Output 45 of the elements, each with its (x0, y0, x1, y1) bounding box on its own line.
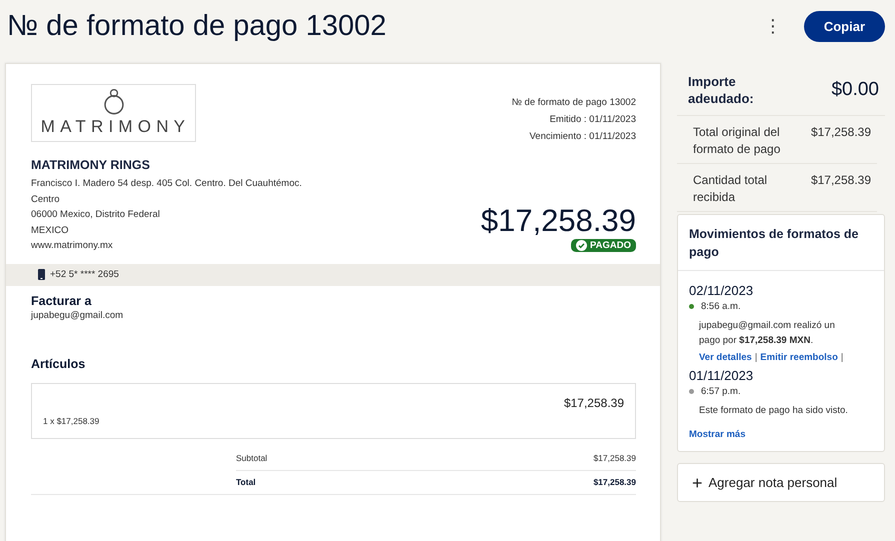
address-line: MEXICO (31, 224, 70, 238)
status-badge: PAGADO (571, 238, 636, 252)
merchant-name: MATRIMONY RINGS (31, 158, 151, 172)
summary-label: Cantidad total recibida (693, 172, 768, 206)
add-note-button[interactable]: + Agregar nota personal (677, 463, 885, 502)
invoice-meta: Emitido : 01/11/2023 (548, 113, 636, 127)
website-text: www.matrimony.mx (31, 239, 114, 253)
event-message: jupabegu@gmail.com realizó un pago por $17,258.39 MXN. (699, 319, 836, 348)
amount-due-value: $0.00 (831, 79, 879, 101)
address-line: Francisco I. Madero 54 desp. 405 Col. Centro. Del Cuauhtémoc. (31, 177, 302, 191)
panel-title: Movimientos de formatos de pago (678, 215, 884, 271)
event-time: 6:57 p.m. (701, 386, 741, 397)
total-value: $17,258.39 (593, 453, 636, 463)
copy-button[interactable]: Copiar (804, 10, 885, 42)
page-title: № de formato de pago 13002 (7, 10, 386, 42)
customer-email: jupabegu@gmail.com (31, 310, 124, 320)
event-link[interactable]: Ver detalles (699, 352, 752, 363)
company-logo: MATRIMONY (31, 84, 196, 142)
summary-value: $17,258.39 (810, 172, 871, 189)
link-separator: | (754, 352, 758, 363)
summary-value: $17,258.39 (810, 124, 871, 141)
item-amount: $17,258.39 (562, 396, 624, 410)
address-line: Centro (31, 192, 61, 206)
invoice-meta: Vencimiento : 01/11/2023 (528, 130, 636, 144)
event-date: 02/11/2023 (689, 282, 754, 299)
total-label: Subtotal (236, 453, 268, 463)
amount-due-label: Importe adeudado: (688, 73, 755, 107)
event-link[interactable]: Emitir reembolso (760, 352, 838, 363)
link-separator: | (840, 352, 844, 363)
item-quantity: 1 x $17,258.39 (43, 416, 100, 426)
summary-label: Total original del formato de pago (693, 124, 782, 158)
phone-icon (38, 269, 45, 280)
section-heading: Facturar a (31, 294, 92, 308)
event-date: 01/11/2023 (689, 367, 754, 384)
event-time: 8:56 a.m. (701, 301, 741, 312)
address-line: 06000 Mexico, Distrito Federal (31, 208, 161, 222)
total-label: Total (236, 477, 256, 487)
event-message: Este formato de pago ha sido visto. (699, 404, 849, 418)
total-value: $17,258.39 (593, 477, 636, 487)
invoice-amount: $17,258.39 (480, 202, 636, 238)
show-more-link[interactable]: Mostrar más (689, 429, 746, 440)
more-menu-button[interactable]: ⋮ (760, 16, 786, 36)
invoice-meta: № de formato de pago 13002 (512, 96, 636, 110)
phone-number: +52 5* **** 2695 (50, 269, 119, 280)
section-heading: Artículos (31, 356, 86, 370)
